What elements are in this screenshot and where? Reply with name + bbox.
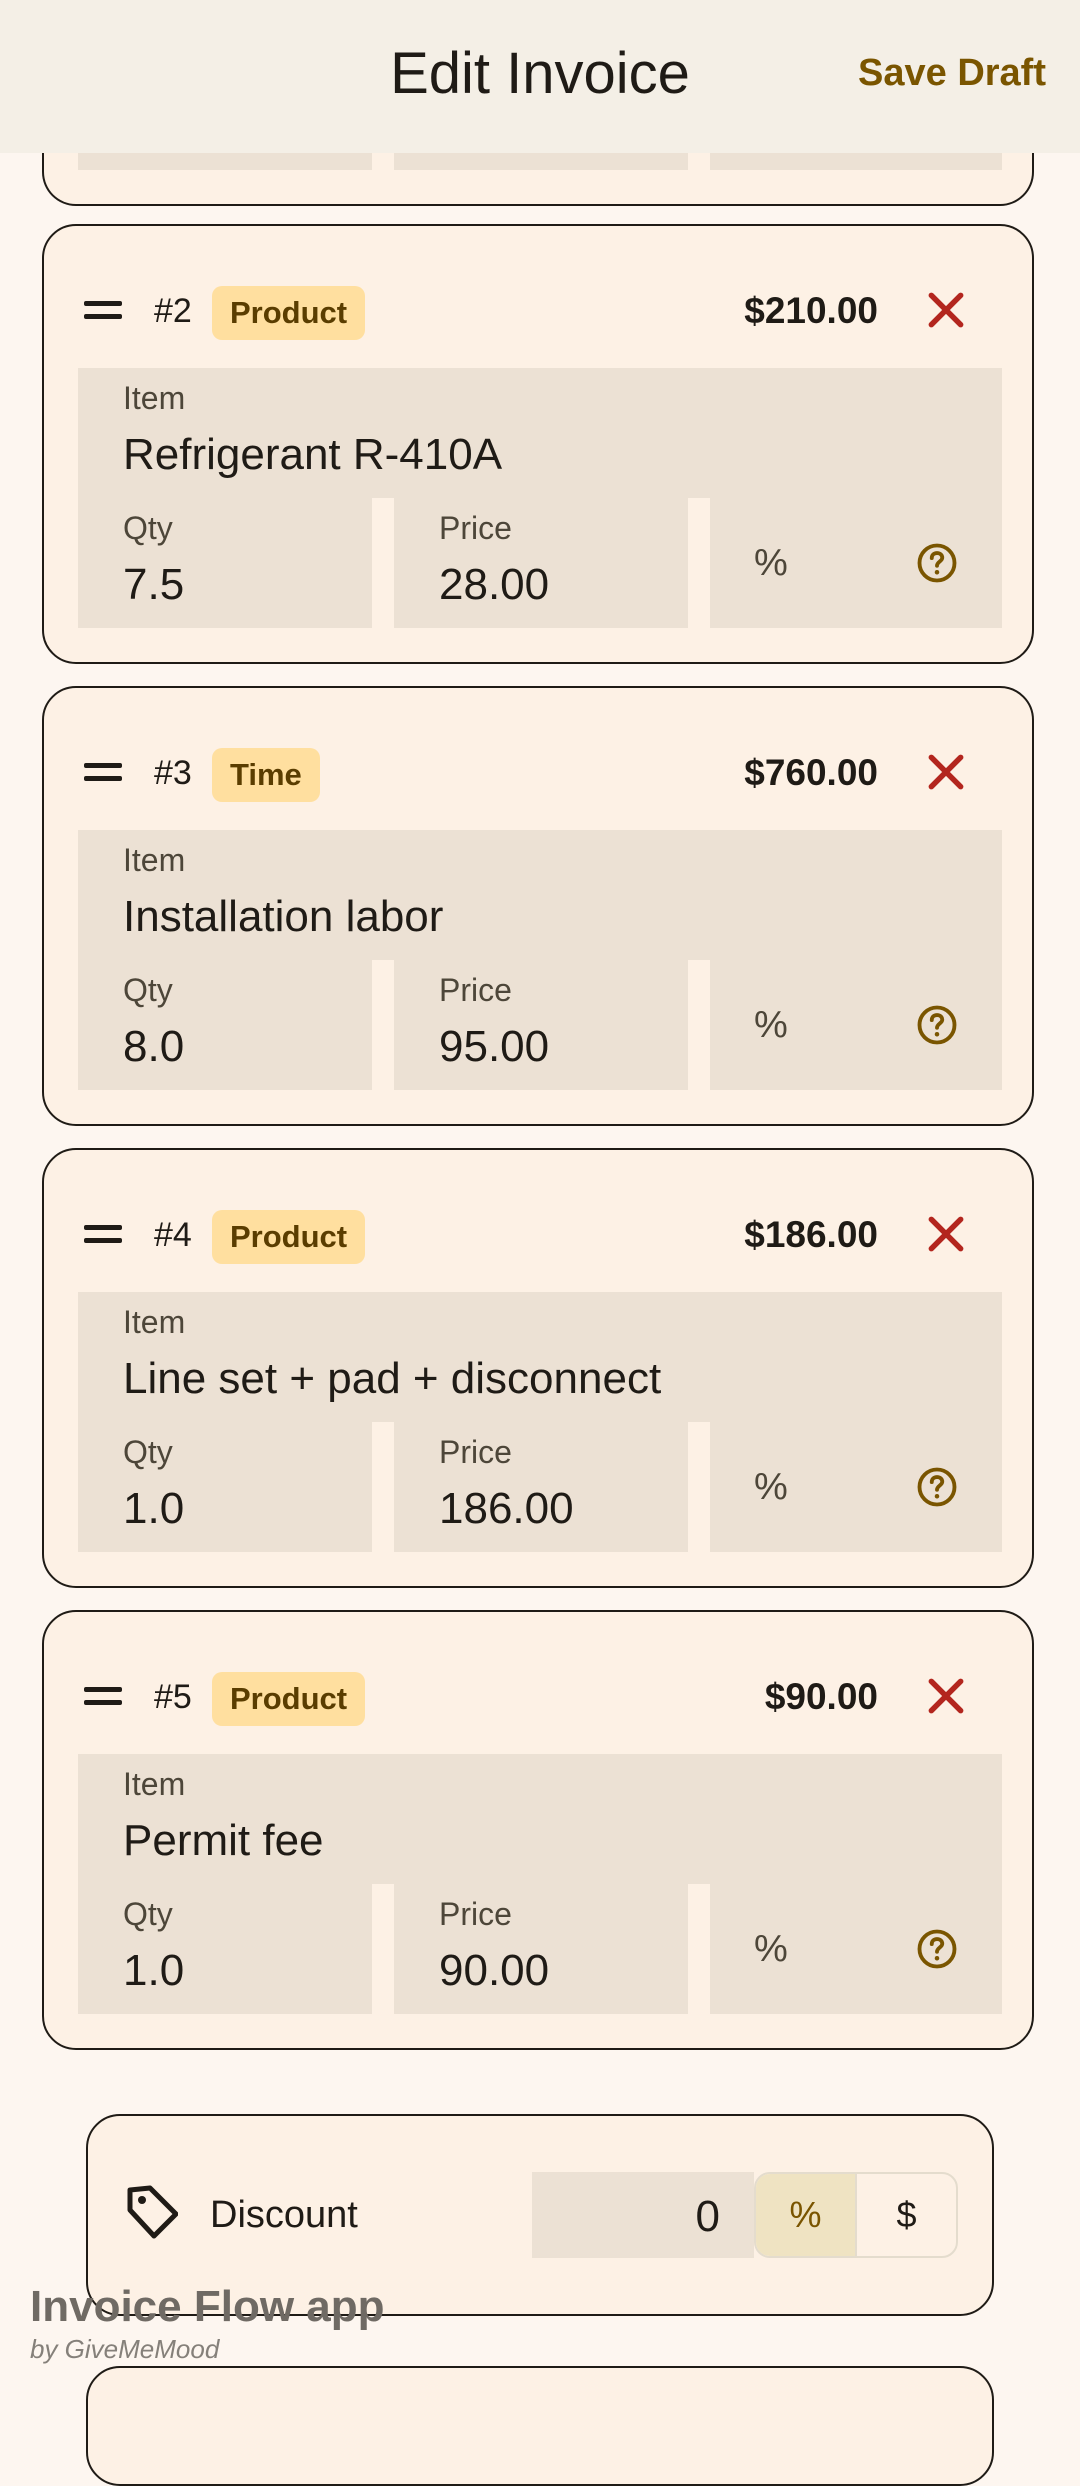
percent-field[interactable]: % bbox=[710, 960, 1002, 1090]
item-field-label: Item bbox=[123, 1766, 186, 1802]
save-draft-button[interactable]: Save Draft bbox=[858, 52, 1046, 95]
qty-field[interactable]: Qty 7.5 bbox=[78, 498, 372, 628]
qty-label: Qty bbox=[123, 510, 173, 546]
discount-dollar-option[interactable]: $ bbox=[855, 2174, 956, 2256]
line-item-total: $186.00 bbox=[744, 1214, 878, 1255]
item-name: Permit fee bbox=[123, 1816, 324, 1865]
price-label: Price bbox=[439, 972, 512, 1008]
item-field-label: Item bbox=[123, 1304, 186, 1340]
line-items-list[interactable]: #2 Product $210.00 Item Refrigerant R-41… bbox=[0, 0, 1080, 2486]
delete-icon[interactable] bbox=[924, 1674, 968, 1718]
field-gap bbox=[688, 1422, 710, 1552]
price-field[interactable]: Price 28.00 bbox=[394, 498, 688, 628]
qty-value: 1.0 bbox=[123, 1484, 185, 1533]
field-gap bbox=[688, 960, 710, 1090]
percent-symbol: % bbox=[754, 542, 788, 584]
next-card-partial bbox=[86, 2366, 994, 2486]
item-type-badge: Time bbox=[212, 748, 320, 802]
line-item-card: #4 Product $186.00 Item Line set + pad +… bbox=[42, 1148, 1034, 1588]
price-field[interactable]: Price 186.00 bbox=[394, 1422, 688, 1552]
brand-by: by GiveMeMood bbox=[30, 2334, 220, 2364]
item-field[interactable]: Item Refrigerant R-410A bbox=[78, 368, 1002, 498]
field-stub bbox=[78, 150, 372, 170]
line-item-number: #3 bbox=[154, 754, 192, 792]
line-item-number: #5 bbox=[154, 1678, 192, 1716]
qty-value: 8.0 bbox=[123, 1022, 185, 1071]
discount-label: Discount bbox=[210, 2194, 358, 2236]
qty-field[interactable]: Qty 8.0 bbox=[78, 960, 372, 1090]
price-label: Price bbox=[439, 510, 512, 546]
qty-field[interactable]: Qty 1.0 bbox=[78, 1422, 372, 1552]
qty-value: 1.0 bbox=[123, 1946, 185, 1995]
item-name: Line set + pad + disconnect bbox=[123, 1354, 662, 1403]
brand-watermark: Invoice Flow app by GiveMeMood bbox=[30, 2282, 385, 2365]
item-type-badge: Product bbox=[212, 1672, 366, 1726]
item-type-badge: Product bbox=[212, 1210, 366, 1264]
percent-symbol: % bbox=[754, 1004, 788, 1046]
delete-icon[interactable] bbox=[924, 1212, 968, 1256]
line-item-card: #3 Time $760.00 Item Installation labor … bbox=[42, 686, 1034, 1126]
brand-name: Invoice Flow app bbox=[30, 2282, 385, 2331]
qty-label: Qty bbox=[123, 1434, 173, 1470]
qty-value: 7.5 bbox=[123, 560, 185, 609]
percent-field[interactable]: % bbox=[710, 1422, 1002, 1552]
help-icon[interactable] bbox=[916, 542, 958, 584]
line-item-total: $760.00 bbox=[744, 752, 878, 793]
drag-handle-icon[interactable] bbox=[84, 763, 122, 783]
line-item-card: #2 Product $210.00 Item Refrigerant R-41… bbox=[42, 224, 1034, 664]
discount-input[interactable]: 0 bbox=[532, 2172, 754, 2258]
drag-handle-icon[interactable] bbox=[84, 301, 122, 321]
price-value: 186.00 bbox=[439, 1484, 574, 1533]
item-name: Refrigerant R-410A bbox=[123, 430, 503, 479]
percent-symbol: % bbox=[754, 1466, 788, 1508]
discount-type-toggle[interactable]: % $ bbox=[754, 2172, 958, 2258]
field-gap bbox=[372, 498, 394, 628]
price-value: 28.00 bbox=[439, 560, 550, 609]
item-field[interactable]: Item Installation labor bbox=[78, 830, 1002, 960]
field-gap bbox=[372, 960, 394, 1090]
line-item-number: #4 bbox=[154, 1216, 192, 1254]
item-name: Installation labor bbox=[123, 892, 444, 941]
discount-percent-option[interactable]: % bbox=[756, 2174, 855, 2256]
percent-symbol: % bbox=[754, 1928, 788, 1970]
discount-value: 0 bbox=[695, 2192, 720, 2241]
line-item-card: #5 Product $90.00 Item Permit fee Qty 1.… bbox=[42, 1610, 1034, 2050]
field-gap bbox=[688, 1884, 710, 2014]
field-stub bbox=[710, 150, 1002, 170]
delete-icon[interactable] bbox=[924, 288, 968, 332]
price-field[interactable]: Price 95.00 bbox=[394, 960, 688, 1090]
qty-label: Qty bbox=[123, 972, 173, 1008]
line-item-total: $210.00 bbox=[744, 290, 878, 331]
price-value: 90.00 bbox=[439, 1946, 550, 1995]
delete-icon[interactable] bbox=[924, 750, 968, 794]
qty-field[interactable]: Qty 1.0 bbox=[78, 1884, 372, 2014]
line-item-number: #2 bbox=[154, 292, 192, 330]
qty-label: Qty bbox=[123, 1896, 173, 1932]
help-icon[interactable] bbox=[916, 1004, 958, 1046]
field-gap bbox=[372, 1884, 394, 2014]
help-icon[interactable] bbox=[916, 1928, 958, 1970]
price-field[interactable]: Price 90.00 bbox=[394, 1884, 688, 2014]
app-bar: Edit Invoice Save Draft bbox=[0, 0, 1080, 153]
line-item-total: $90.00 bbox=[764, 1676, 878, 1717]
item-field[interactable]: Item Line set + pad + disconnect bbox=[78, 1292, 1002, 1422]
field-gap bbox=[372, 1422, 394, 1552]
price-label: Price bbox=[439, 1896, 512, 1932]
percent-field[interactable]: % bbox=[710, 1884, 1002, 2014]
item-field[interactable]: Item Permit fee bbox=[78, 1754, 1002, 1884]
price-label: Price bbox=[439, 1434, 512, 1470]
item-field-label: Item bbox=[123, 380, 186, 416]
item-field-label: Item bbox=[123, 842, 186, 878]
price-value: 95.00 bbox=[439, 1022, 550, 1071]
tag-icon bbox=[127, 2185, 178, 2239]
percent-field[interactable]: % bbox=[710, 498, 1002, 628]
item-type-badge: Product bbox=[212, 286, 366, 340]
field-stub bbox=[394, 150, 688, 170]
field-gap bbox=[688, 498, 710, 628]
drag-handle-icon[interactable] bbox=[84, 1687, 122, 1707]
drag-handle-icon[interactable] bbox=[84, 1225, 122, 1245]
help-icon[interactable] bbox=[916, 1466, 958, 1508]
